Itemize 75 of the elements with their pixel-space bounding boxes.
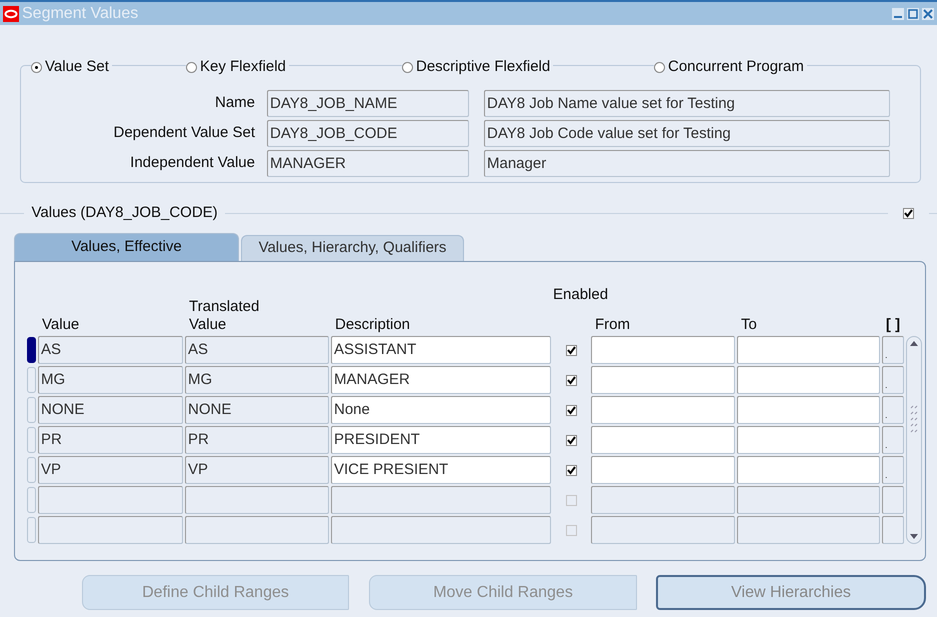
field-label: Name bbox=[214, 93, 256, 114]
checkbox[interactable] bbox=[566, 464, 576, 476]
table-cell[interactable]: PRESIDENT bbox=[331, 426, 551, 454]
input-field[interactable]: DAY8 Job Code value set for Testing bbox=[484, 120, 890, 147]
tab[interactable]: Values, Effective bbox=[14, 233, 239, 261]
table-cell[interactable]: . bbox=[882, 396, 904, 424]
column-header: Description bbox=[334, 316, 412, 334]
column-header: [ ] bbox=[884, 316, 902, 334]
column-header: Enabled bbox=[553, 286, 608, 304]
column-header: From bbox=[594, 316, 631, 334]
table-cell[interactable] bbox=[591, 456, 735, 484]
table-cell[interactable]: NONE bbox=[38, 396, 183, 424]
table-cell[interactable] bbox=[882, 516, 904, 544]
section-title: Values (DAY8_JOB_CODE) bbox=[30, 202, 219, 223]
table-cell[interactable] bbox=[591, 366, 735, 394]
table-cell[interactable]: VP bbox=[38, 456, 183, 484]
table-cell[interactable]: PR bbox=[185, 426, 329, 454]
checkbox[interactable] bbox=[566, 374, 576, 386]
table-cell[interactable] bbox=[591, 516, 735, 544]
close-icon[interactable] bbox=[922, 8, 934, 20]
input-field[interactable]: DAY8 Job Name value set for Testing bbox=[484, 90, 890, 117]
table-cell[interactable] bbox=[737, 426, 880, 454]
checkbox[interactable] bbox=[566, 344, 576, 356]
table-cell[interactable] bbox=[591, 426, 735, 454]
table-cell[interactable] bbox=[737, 516, 880, 544]
table-cell[interactable]: AS bbox=[38, 336, 183, 364]
table-cell[interactable] bbox=[331, 486, 551, 514]
table-cell[interactable] bbox=[882, 486, 904, 514]
table-cell[interactable] bbox=[38, 516, 183, 544]
table-cell[interactable]: PR bbox=[38, 426, 183, 454]
input-field[interactable]: DAY8_JOB_NAME bbox=[267, 90, 469, 117]
app-logo-icon bbox=[3, 6, 19, 22]
column-header: Value bbox=[41, 316, 80, 334]
checkbox[interactable] bbox=[903, 208, 914, 218]
table-cell[interactable] bbox=[737, 366, 880, 394]
table-cell[interactable]: . bbox=[882, 426, 904, 454]
table-cell[interactable] bbox=[185, 516, 329, 544]
field-label: Dependent Value Set bbox=[112, 123, 256, 144]
table-cell[interactable]: NONE bbox=[185, 396, 329, 424]
table-cell[interactable]: MG bbox=[185, 366, 329, 394]
table-cell[interactable] bbox=[737, 336, 880, 364]
scrollbar[interactable] bbox=[906, 336, 922, 544]
table-cell[interactable]: . bbox=[882, 456, 904, 484]
table-cell[interactable] bbox=[185, 486, 329, 514]
down-arrow-icon[interactable] bbox=[910, 534, 918, 539]
table-cell[interactable]: MANAGER bbox=[331, 366, 551, 394]
table-cell[interactable] bbox=[737, 456, 880, 484]
table-cell[interactable] bbox=[591, 486, 735, 514]
record-indicator[interactable] bbox=[27, 337, 36, 363]
table-cell[interactable] bbox=[737, 396, 880, 424]
table-cell[interactable]: AS bbox=[185, 336, 329, 364]
table-cell[interactable] bbox=[591, 396, 735, 424]
maximize-icon[interactable] bbox=[907, 8, 919, 20]
table-cell[interactable] bbox=[737, 486, 880, 514]
table-cell[interactable]: VICE PRESIENT bbox=[331, 456, 551, 484]
table-cell[interactable] bbox=[591, 336, 735, 364]
table-cell[interactable] bbox=[331, 516, 551, 544]
table-cell[interactable] bbox=[38, 486, 183, 514]
column-header: To bbox=[740, 316, 758, 334]
checkbox[interactable] bbox=[566, 434, 576, 446]
checkbox[interactable] bbox=[566, 404, 576, 416]
input-field[interactable]: Manager bbox=[484, 150, 890, 177]
table-cell[interactable]: MG bbox=[38, 366, 183, 394]
input-field[interactable]: MANAGER bbox=[267, 150, 469, 177]
up-arrow-icon[interactable] bbox=[910, 341, 918, 346]
table-cell[interactable]: None bbox=[331, 396, 551, 424]
table-cell[interactable]: VP bbox=[185, 456, 329, 484]
field-label: Independent Value bbox=[129, 153, 256, 174]
tab[interactable]: Values, Hierarchy, Qualifiers bbox=[241, 235, 464, 261]
input-field[interactable]: DAY8_JOB_CODE bbox=[267, 120, 469, 147]
column-header: Translated Value bbox=[188, 298, 260, 334]
table-cell[interactable]: ASSISTANT bbox=[331, 336, 551, 364]
window-title: Segment Values bbox=[22, 4, 138, 24]
table-cell[interactable]: . bbox=[882, 366, 904, 394]
table-cell[interactable]: . bbox=[882, 336, 904, 364]
